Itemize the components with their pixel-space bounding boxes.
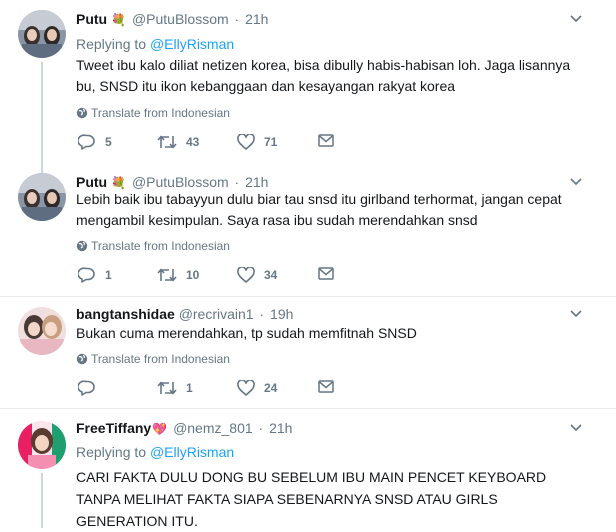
heart-icon [237, 134, 255, 150]
like-count: 71 [264, 135, 278, 149]
thread-line [41, 473, 43, 528]
tweet-text: Bukan cuma merendahkan, tp sudah memfitn… [76, 325, 417, 341]
tweet-1[interactable]: Putu 💐 @PutuBlossom · 21h Replying to @El… [0, 0, 616, 165]
translate-link[interactable]: Translate from Indonesian [76, 239, 230, 253]
user-handle[interactable]: @PutuBlossom [132, 174, 229, 190]
chevron-down-icon[interactable] [570, 310, 582, 318]
reply-count: 1 [105, 268, 112, 282]
tweet-actions: 5 43 71 [76, 134, 376, 152]
timestamp[interactable]: 21h [269, 420, 292, 436]
chevron-down-icon[interactable] [570, 424, 582, 432]
globe-icon [76, 240, 88, 252]
like-count: 34 [264, 268, 278, 282]
tweet-text: CARI FAKTA DULU DONG BU SEBELUM IBU MAIN… [76, 469, 547, 529]
envelope-icon [318, 134, 334, 147]
reply-button[interactable] [78, 380, 105, 396]
replying-label: Replying to [76, 36, 150, 52]
heart-icon [237, 267, 255, 283]
retweet-count: 1 [186, 381, 193, 395]
envelope-icon [318, 267, 334, 280]
envelope-icon [318, 380, 334, 393]
avatar[interactable] [18, 421, 66, 469]
avatar[interactable] [18, 173, 66, 221]
chevron-down-icon[interactable] [570, 178, 582, 186]
replying-to: Replying to @EllyRisman [76, 443, 234, 461]
reply-button[interactable]: 5 [78, 134, 112, 150]
tweet-header: bangtanshidae @recrivain1 · 19h [76, 305, 293, 323]
thread-line [41, 62, 43, 165]
reply-button[interactable]: 1 [78, 267, 112, 283]
heart-icon [237, 380, 255, 396]
display-name[interactable]: Putu [76, 174, 107, 190]
tweet-text: Lebih baik ibu tabayyun dulu biar tau sn… [76, 191, 562, 228]
tweet-header: Putu 💐 @PutuBlossom · 21h [76, 10, 268, 29]
reply-count: 5 [105, 135, 112, 149]
replying-label: Replying to [76, 444, 150, 460]
retweet-count: 43 [186, 135, 200, 149]
mention-link[interactable]: @EllyRisman [150, 36, 234, 52]
retweet-icon [157, 268, 177, 282]
reply-icon [78, 267, 95, 283]
reply-icon [78, 380, 95, 396]
tweet-actions: 1 10 34 [76, 267, 376, 285]
direct-message-button[interactable] [318, 134, 343, 147]
reply-icon [78, 134, 95, 150]
translate-label: Translate from Indonesian [91, 239, 230, 253]
thread-line [41, 165, 43, 173]
translate-label: Translate from Indonesian [91, 106, 230, 120]
translate-link[interactable]: Translate from Indonesian [76, 106, 230, 120]
retweet-button[interactable]: 43 [157, 134, 199, 150]
user-handle[interactable]: @recrivain1 [179, 306, 254, 322]
like-button[interactable]: 24 [237, 380, 277, 396]
separator-dot: · [258, 420, 264, 436]
user-handle[interactable]: @PutuBlossom [132, 11, 229, 27]
tweet-actions: 1 24 [76, 380, 376, 398]
user-handle[interactable]: @nemz_801 [173, 420, 253, 436]
chevron-down-icon[interactable] [570, 15, 582, 23]
tweet-2[interactable]: Putu 💐 @PutuBlossom · 21h Lebih baik ibu … [0, 165, 616, 297]
tweet-text: Tweet ibu kalo diliat netizen korea, bis… [76, 57, 571, 94]
globe-icon [76, 107, 88, 119]
separator-dot: · [234, 174, 240, 190]
retweet-button[interactable]: 1 [157, 380, 193, 396]
translate-label: Translate from Indonesian [91, 352, 230, 366]
bouquet-emoji: 💐 [111, 176, 127, 190]
retweet-icon [157, 135, 177, 149]
bouquet-emoji: 💐 [111, 13, 127, 27]
mention-link[interactable]: @EllyRisman [150, 444, 234, 460]
like-button[interactable]: 34 [237, 267, 277, 283]
tweet-3[interactable]: bangtanshidae @recrivain1 · 19h Bukan cu… [0, 297, 616, 409]
tweet-4[interactable]: FreeTiffany💖 @nemz_801 · 21h Replying to… [0, 409, 616, 529]
timestamp[interactable]: 21h [245, 174, 268, 190]
retweet-button[interactable]: 10 [157, 267, 199, 283]
replying-to: Replying to @EllyRisman [76, 35, 234, 53]
separator-dot: · [234, 11, 240, 27]
like-button[interactable]: 71 [237, 134, 277, 150]
avatar[interactable] [18, 10, 66, 58]
retweet-count: 10 [186, 268, 200, 282]
timestamp[interactable]: 19h [270, 306, 293, 322]
avatar[interactable] [18, 307, 66, 355]
like-count: 24 [264, 381, 278, 395]
separator-dot: · [259, 306, 265, 322]
display-name[interactable]: FreeTiffany [76, 420, 151, 436]
sparkling-heart-emoji: 💖 [152, 422, 168, 436]
retweet-icon [157, 381, 177, 395]
timestamp[interactable]: 21h [245, 11, 268, 27]
direct-message-button[interactable] [318, 380, 343, 393]
tweet-header: FreeTiffany💖 @nemz_801 · 21h [76, 419, 292, 438]
display-name[interactable]: bangtanshidae [76, 306, 175, 322]
display-name[interactable]: Putu [76, 11, 107, 27]
direct-message-button[interactable] [318, 267, 343, 280]
translate-link[interactable]: Translate from Indonesian [76, 352, 230, 366]
globe-icon [76, 353, 88, 365]
